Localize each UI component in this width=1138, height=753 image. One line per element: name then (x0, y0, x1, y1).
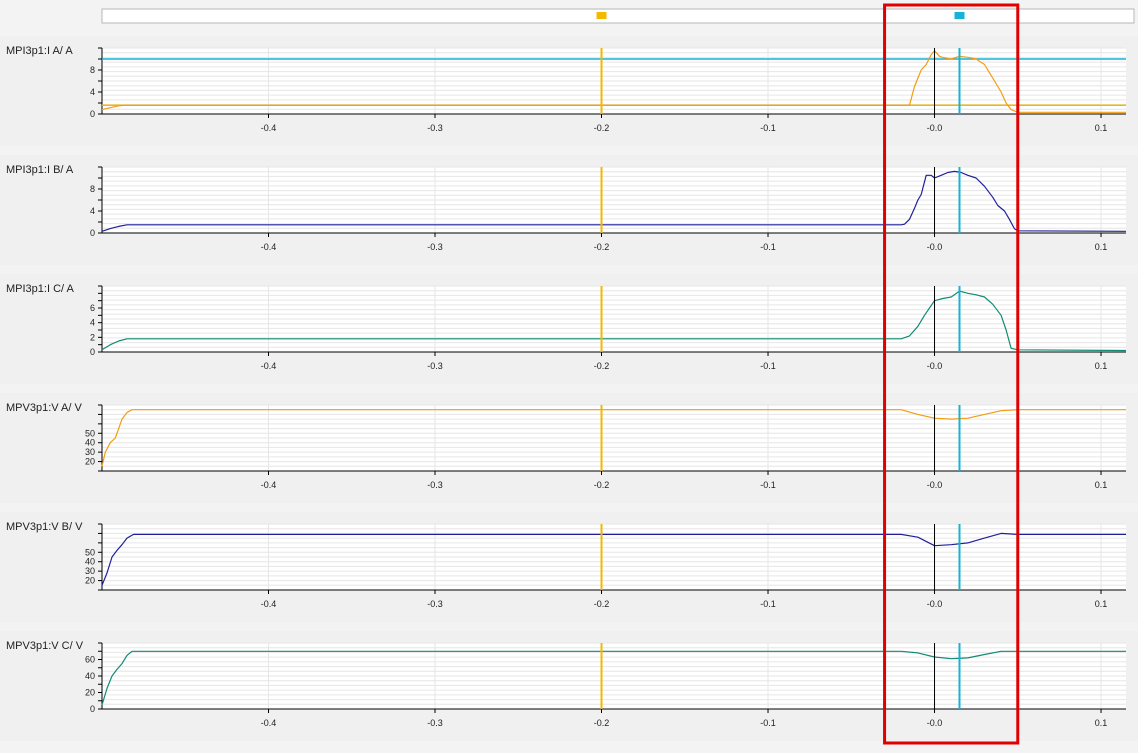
y-tick-label: 30 (85, 447, 95, 457)
y-tick-label: 60 (85, 655, 95, 665)
x-tick-label: 0.1 (1095, 480, 1108, 490)
x-tick-label: -0.1 (760, 123, 776, 133)
x-tick-label: -0.4 (261, 599, 277, 609)
y-tick-label: 4 (90, 87, 95, 97)
x-tick-label: -0.3 (427, 599, 443, 609)
y-tick-label: 20 (85, 576, 95, 586)
x-tick-label: -0.4 (261, 718, 277, 728)
x-tick-label: -0.1 (760, 361, 776, 371)
x-tick-label: -0.0 (927, 599, 943, 609)
y-tick-label: 20 (85, 688, 95, 698)
y-tick-label: 8 (90, 65, 95, 75)
cursor-a-marker[interactable] (596, 12, 607, 19)
y-tick-label: 30 (85, 566, 95, 576)
x-tick-label: 0.1 (1095, 599, 1108, 609)
x-tick-label: -0.0 (927, 361, 943, 371)
x-tick-label: -0.3 (427, 361, 443, 371)
y-tick-label: 0 (90, 109, 95, 119)
x-tick-label: -0.4 (261, 361, 277, 371)
panel-title: MPV3p1:V B/ V (6, 521, 83, 533)
y-tick-label: 40 (85, 671, 95, 681)
chart-figure: MPI3p1:I A/ A048-0.4 -0.3 -0.2 -0.1 -0.0 0.1M… (0, 3, 1138, 745)
x-tick-label: -0.1 (760, 599, 776, 609)
x-tick-label: -0.0 (927, 242, 943, 252)
y-tick-label: 50 (85, 547, 95, 557)
x-tick-label: -0.1 (760, 718, 776, 728)
y-tick-label: 20 (85, 457, 95, 467)
x-tick-label: -0.3 (427, 718, 443, 728)
panel-title: MPV3p1:V C/ V (6, 640, 84, 652)
cursor-b-marker[interactable] (954, 12, 965, 19)
panel-3: MPI3p1:I C/ A 0 2 4 6 -0.4 -0.3 -0.2 -0.1 -0.0 0.1 (0, 274, 1138, 384)
y-tick-label: 0 (90, 228, 95, 238)
x-tick-label: 0.1 (1095, 718, 1108, 728)
y-tick-label: 40 (85, 557, 95, 567)
x-tick-label: -0.4 (261, 123, 277, 133)
panel-5: MPV3p1:V B/ V 20304050 -0.4 -0.3 -0.2 -0.1 -0.… (0, 512, 1138, 622)
y-tick-label: 4 (90, 206, 95, 216)
y-tick-label: 40 (85, 438, 95, 448)
panel-title: MPI3p1:I B/ A (6, 164, 74, 176)
y-tick-label: 8 (90, 184, 95, 194)
x-tick-label: 0.1 (1095, 123, 1108, 133)
y-tick-label: 0 (90, 704, 95, 714)
top-bar-frame (101, 8, 1135, 24)
panel-1: MPI3p1:I A/ A 0 4 8 -0.4 -0.3 -0.2 -0.1 -0.0 0.1 (0, 36, 1138, 146)
x-tick-label: -0.0 (927, 718, 943, 728)
x-tick-label: -0.4 (261, 480, 277, 490)
x-tick-label: -0.2 (594, 718, 610, 728)
x-tick-label: -0.3 (427, 242, 443, 252)
top-cursor-bar (101, 8, 1135, 24)
x-tick-label: -0.2 (594, 242, 610, 252)
panel-6: MPV3p1:V C/ V 0 20 40 60 -0.4 -0.3 -0.2 -0.1 -0.0… (0, 631, 1138, 741)
x-tick-label: -0.2 (594, 123, 610, 133)
panel-title: MPI3p1:I C/ A (6, 283, 75, 295)
y-tick-label: 50 (85, 428, 95, 438)
x-tick-label: -0.2 (594, 480, 610, 490)
x-tick-label: -0.1 (760, 242, 776, 252)
x-tick-label: -0.3 (427, 123, 443, 133)
y-tick-label: 0 (90, 347, 95, 357)
y-tick-label: 2 (90, 332, 95, 342)
x-tick-label: -0.0 (927, 123, 943, 133)
y-tick-label: 4 (90, 318, 95, 328)
x-tick-label: -0.3 (427, 480, 443, 490)
x-tick-label: -0.4 (261, 242, 277, 252)
panel-2: MPI3p1:I B/ A 0 4 8 -0.4 -0.3 -0.2 -0.1 -0.0 0.1 (0, 155, 1138, 265)
x-tick-label: -0.1 (760, 480, 776, 490)
x-tick-label: 0.1 (1095, 242, 1108, 252)
x-tick-label: -0.0 (927, 480, 943, 490)
y-tick-label: 6 (90, 303, 95, 313)
panel-title: MPV3p1:V A/ V (6, 402, 82, 414)
x-tick-label: 0.1 (1095, 361, 1108, 371)
x-tick-label: -0.2 (594, 599, 610, 609)
panel-title: MPI3p1:I A/ A (6, 45, 73, 57)
x-tick-label: -0.2 (594, 361, 610, 371)
panel-4: MPV3p1:V A/ V 20304050 -0.4 -0.3 -0.2 -0.1 -0.… (0, 393, 1138, 503)
